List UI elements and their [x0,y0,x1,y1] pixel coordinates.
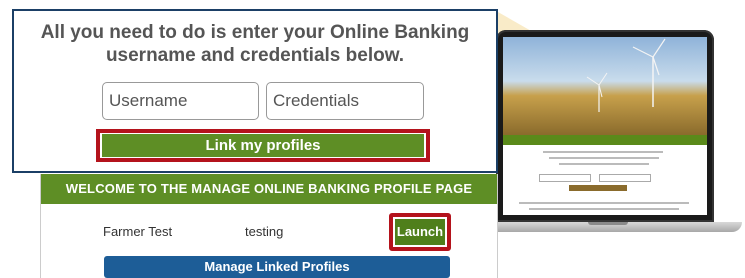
laptop-notch [588,222,628,225]
link-profiles-callout: All you need to do is enter your Online … [12,9,498,173]
mini-link-button [569,185,627,191]
profile-nickname: testing [245,224,284,239]
mini-welcome-bar [503,135,707,145]
laptop-display [503,37,707,215]
wind-turbine-photo [503,37,707,135]
username-input[interactable] [102,82,259,120]
profile-name: Farmer Test [103,224,173,239]
link-my-profiles-button[interactable]: Link my profiles [102,134,424,157]
mini-username-field [539,174,591,182]
manage-linked-profiles-button[interactable]: Manage Linked Profiles [104,256,450,278]
instructions-heading: All you need to do is enter your Online … [40,22,470,66]
credentials-input[interactable] [266,82,424,120]
mini-credentials-field [599,174,651,182]
profile-page-panel: WELCOME TO THE MANAGE ONLINE BANKING PRO… [40,174,498,278]
welcome-banner: WELCOME TO THE MANAGE ONLINE BANKING PRO… [41,174,497,204]
launch-button[interactable]: Launch [395,219,445,245]
